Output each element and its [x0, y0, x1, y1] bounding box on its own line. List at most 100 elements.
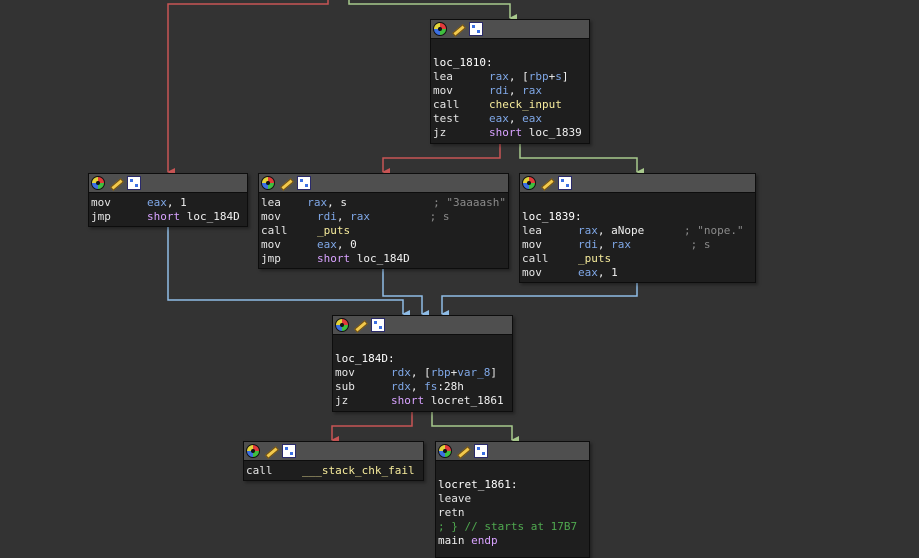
- color-icon[interactable]: [261, 176, 275, 190]
- edge-184D-true: [431, 411, 519, 444]
- operand-token: rdx: [391, 366, 411, 379]
- operands: ___stack_chk_fail: [302, 464, 415, 478]
- block-loc-1810[interactable]: loc_1810: lea rax, [rbp+s] mov rdi, rax call c…: [430, 19, 590, 144]
- color-icon[interactable]: [335, 318, 349, 332]
- instruction-line[interactable]: jz short locret_1861: [335, 394, 510, 408]
- block-fail-return-1[interactable]: mov eax, 1 jmp short loc_184D: [88, 173, 248, 227]
- instruction-line[interactable]: leave: [438, 492, 587, 506]
- operand-token: short: [147, 210, 187, 223]
- operand-token: , [: [508, 70, 529, 83]
- instruction-line[interactable]: test eax, eax: [433, 112, 587, 126]
- code-label[interactable]: loc_1810:: [433, 56, 587, 70]
- operand-token: short: [489, 126, 529, 139]
- disassembly-code: call ___stack_chk_fail: [244, 461, 423, 480]
- operand-token: rdx: [391, 380, 411, 393]
- instruction-line[interactable]: retn: [438, 506, 587, 520]
- instruction-line[interactable]: lea rax, s ; "3aaaash": [261, 196, 506, 210]
- operands: short loc_184D: [317, 252, 410, 266]
- instruction-line[interactable]: jmp short loc_184D: [261, 252, 506, 266]
- operands: rdi, rax: [489, 84, 542, 98]
- mnemonic: mov: [261, 238, 281, 251]
- edge-true-to-1810: [348, 0, 517, 22]
- graph-overview-icon[interactable]: [282, 444, 296, 458]
- code-label[interactable]: locret_1861:: [438, 478, 587, 492]
- operand-token: rax: [489, 70, 509, 83]
- instruction-line[interactable]: lea rax, aNope ; "nope.": [522, 224, 753, 238]
- disassembly-code: lea rax, s ; "3aaaash" mov rdi, rax ; s call…: [259, 193, 508, 268]
- block-puts-3aaaash[interactable]: lea rax, s ; "3aaaash" mov rdi, rax ; s call…: [258, 173, 509, 269]
- instruction-line[interactable]: lea rax, [rbp+s]: [433, 70, 587, 84]
- operands: _puts: [317, 224, 350, 238]
- color-icon[interactable]: [246, 444, 260, 458]
- block-stack-chk-fail[interactable]: call ___stack_chk_fail: [243, 441, 424, 481]
- operands: rax, [rbp+s]: [489, 70, 569, 84]
- instruction-line[interactable]: sub rdx, fs:28h: [335, 380, 510, 394]
- instruction-line[interactable]: jz short loc_1839: [433, 126, 587, 140]
- color-icon[interactable]: [522, 176, 536, 190]
- operand-token: _puts: [317, 224, 351, 237]
- code-label[interactable]: loc_184D:: [335, 352, 510, 366]
- block-header[interactable]: [89, 174, 247, 193]
- rename-icon[interactable]: [279, 176, 293, 190]
- instruction-line[interactable]: call ___stack_chk_fail: [246, 464, 421, 478]
- code-label[interactable]: loc_1839:: [522, 210, 753, 224]
- instruction-line[interactable]: mov rdi, rax ; s: [522, 238, 753, 252]
- graph-overview-icon[interactable]: [297, 176, 311, 190]
- rename-icon[interactable]: [456, 444, 470, 458]
- instruction-line[interactable]: mov eax, 1: [522, 266, 753, 280]
- graph-overview-icon[interactable]: [474, 444, 488, 458]
- graph-overview-icon[interactable]: [469, 22, 483, 36]
- instruction-line[interactable]: call check_input: [433, 98, 587, 112]
- disassembly-code: loc_1839: lea rax, aNope ; "nope." mov rdi, …: [520, 193, 755, 282]
- block-loc-184D[interactable]: loc_184D: mov rdx, [rbp+var_8] sub rdx, fs:2…: [332, 315, 513, 412]
- mnemonic: lea: [522, 224, 542, 237]
- code-token: // starts at 17B7: [464, 520, 578, 533]
- rename-icon[interactable]: [540, 176, 554, 190]
- block-header[interactable]: [431, 20, 589, 39]
- color-icon[interactable]: [438, 444, 452, 458]
- operands: eax, 1: [147, 196, 187, 210]
- operands: rax, aNope ; "nope.": [578, 224, 744, 238]
- instruction-line[interactable]: call _puts: [522, 252, 753, 266]
- instruction-line[interactable]: jmp short loc_184D: [91, 210, 245, 224]
- block-loc-1839[interactable]: loc_1839: lea rax, aNope ; "nope." mov rdi, …: [519, 173, 756, 283]
- block-header[interactable]: [520, 174, 755, 193]
- graph-overview-icon[interactable]: [127, 176, 141, 190]
- instruction-line[interactable]: ; } // starts at 17B7: [438, 520, 587, 534]
- operands: eax, 0: [317, 238, 357, 252]
- instruction-line[interactable]: call _puts: [261, 224, 506, 238]
- code-token: endp: [471, 534, 498, 547]
- instruction-line[interactable]: mov rdi, rax ; s: [261, 210, 506, 224]
- operand-token: , aNope: [597, 224, 645, 237]
- instruction-line[interactable]: mov rdi, rax: [433, 84, 587, 98]
- graph-overview-icon[interactable]: [371, 318, 385, 332]
- rename-icon[interactable]: [451, 22, 465, 36]
- rename-icon[interactable]: [109, 176, 123, 190]
- operands: short loc_184D: [147, 210, 240, 224]
- block-header[interactable]: [259, 174, 508, 193]
- operand-token: eax: [522, 112, 542, 125]
- rename-icon[interactable]: [353, 318, 367, 332]
- graph-overview-icon[interactable]: [558, 176, 572, 190]
- operand-token: ___stack_chk_fail: [302, 464, 415, 477]
- mnemonic: jz: [335, 394, 349, 407]
- mnemonic: mov: [522, 238, 542, 251]
- rename-icon[interactable]: [264, 444, 278, 458]
- instruction-line[interactable]: main endp: [438, 534, 587, 548]
- block-header[interactable]: [244, 442, 423, 461]
- color-icon[interactable]: [433, 22, 447, 36]
- instruction-line[interactable]: mov eax, 0: [261, 238, 506, 252]
- operand-token: ; s: [370, 210, 450, 223]
- instruction-line[interactable]: mov rdx, [rbp+var_8]: [335, 366, 510, 380]
- color-icon[interactable]: [91, 176, 105, 190]
- block-locret-1861[interactable]: locret_1861: leave retn; } // starts at 17…: [435, 441, 590, 558]
- edge-false-to-fail: [167, 0, 329, 176]
- mnemonic: retn: [438, 506, 465, 519]
- operand-token: var_8: [457, 366, 491, 379]
- mnemonic: mov: [335, 366, 355, 379]
- instruction-line[interactable]: mov eax, 1: [91, 196, 245, 210]
- block-header[interactable]: [333, 316, 512, 335]
- block-header[interactable]: [436, 442, 589, 461]
